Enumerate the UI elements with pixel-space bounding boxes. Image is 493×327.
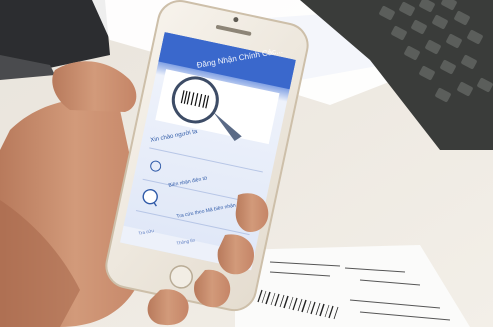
photo-scene: Đăng Nhận Chính Các... Xin chào người ta… [0, 0, 493, 327]
scene-drawing [0, 0, 493, 327]
